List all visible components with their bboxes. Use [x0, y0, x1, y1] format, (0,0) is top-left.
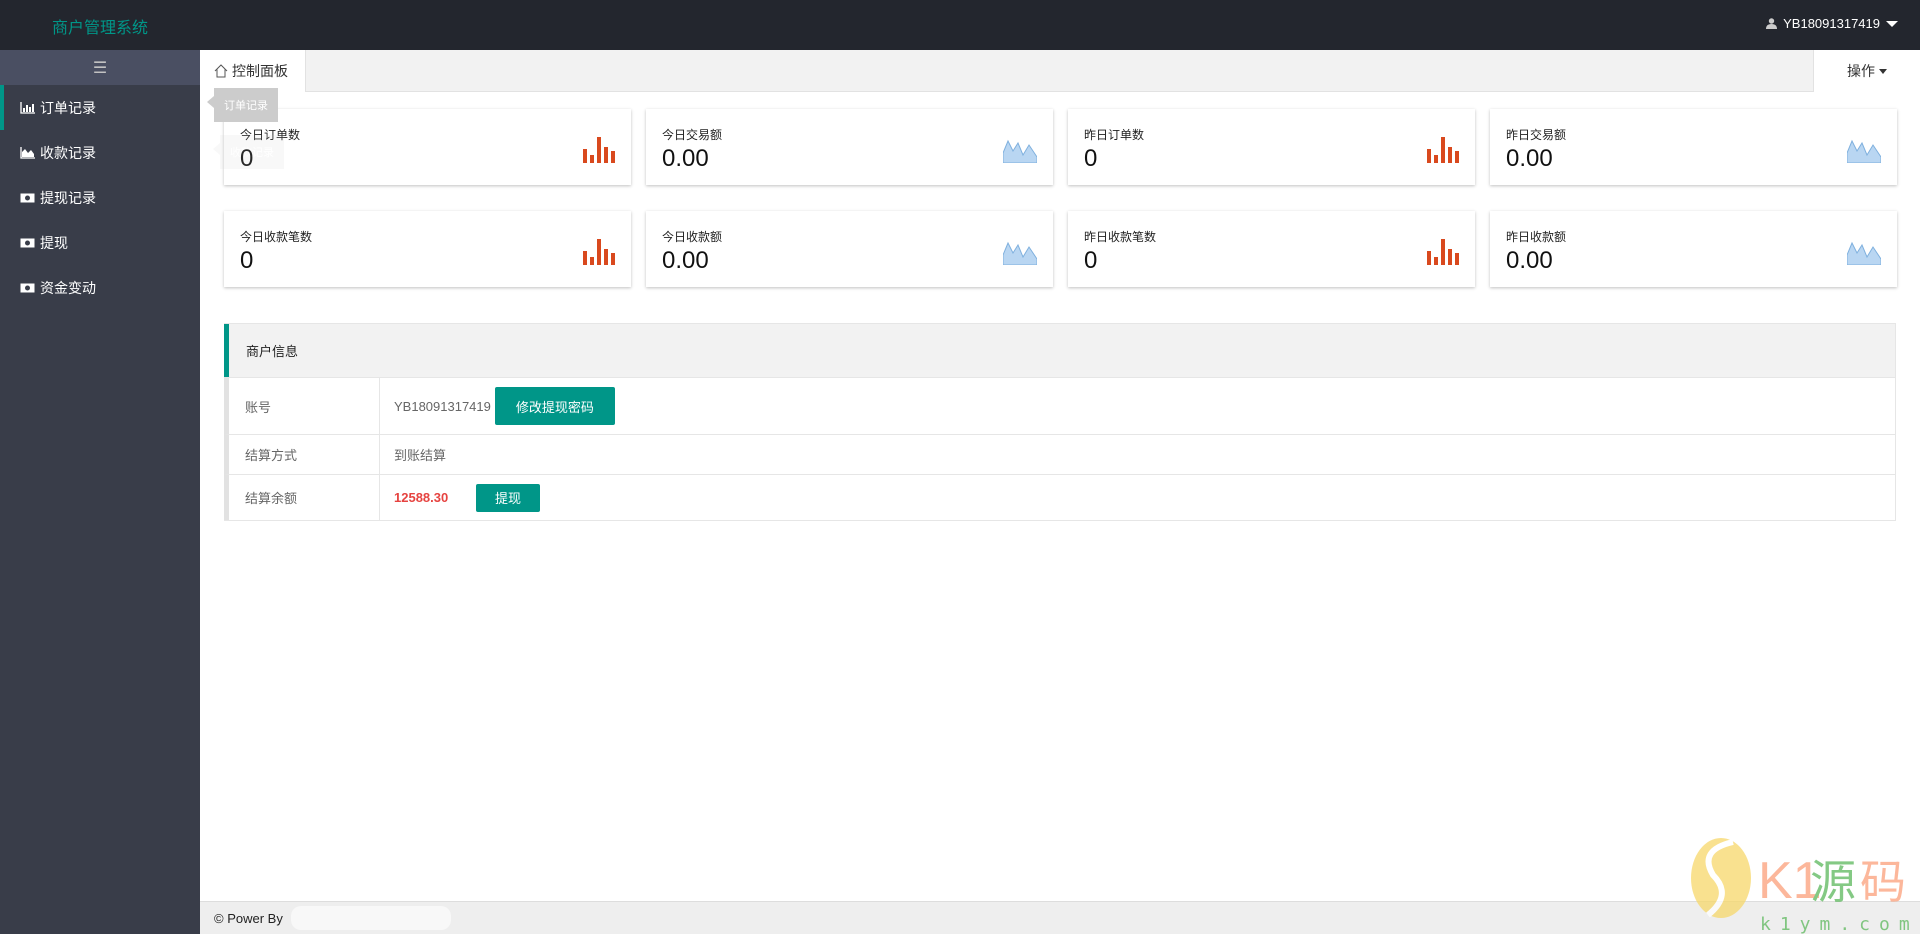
tab-bar: 控制面板 操作: [200, 50, 1920, 92]
user-menu[interactable]: YB18091317419: [1766, 16, 1898, 31]
card-value: 0.00: [662, 145, 709, 172]
sidebar-item-payments[interactable]: 收款记录: [0, 130, 200, 175]
table-row: 结算余额 12588.30 提现: [224, 474, 1895, 520]
svg-text:码: 码: [1860, 855, 1906, 909]
bar-chart-icon: [1427, 239, 1459, 265]
bar-chart-icon: [583, 137, 615, 163]
stat-card: 昨日收款笔数 0: [1068, 211, 1475, 287]
balance-value: 12588.30: [394, 490, 449, 505]
footer-text: © Power By: [214, 910, 283, 926]
account-label: 账号: [229, 378, 380, 434]
card-title: 今日交易额: [662, 128, 723, 142]
sidebar-item-orders[interactable]: 订单记录: [0, 85, 200, 130]
menu-icon: ☰: [92, 59, 108, 77]
sidebar-item-fund-changes[interactable]: 资金变动: [0, 265, 200, 310]
balance-label: 结算余额: [229, 475, 380, 520]
card-title: 昨日收款笔数: [1084, 230, 1157, 244]
card-value: 0.00: [1506, 145, 1553, 172]
username: YB18091317419: [1783, 16, 1880, 31]
money-icon: [20, 238, 35, 247]
stat-card: 今日收款笔数 0: [224, 211, 631, 287]
method-value: 到账结算: [394, 448, 447, 463]
footer: © Power By: [200, 901, 1920, 934]
svg-text:k1ym.com: k1ym.com: [1760, 914, 1919, 934]
sidebar: ☰ 订单记录 收款记录 提现记录 提现 资金变动: [0, 50, 200, 934]
card-value: 0: [1084, 247, 1098, 274]
sidebar-item-withdraw-records[interactable]: 提现记录: [0, 175, 200, 220]
panel-title: 商户信息: [224, 324, 1895, 377]
card-title: 今日收款笔数: [240, 230, 313, 244]
sidebar-item-label: 提现记录: [40, 189, 96, 206]
watermark-logo: K1 源 码 k1ym.com: [1691, 838, 1919, 934]
card-title: 昨日收款额: [1506, 230, 1567, 244]
ops-label: 操作: [1847, 63, 1875, 79]
area-chart-icon: [1847, 241, 1881, 265]
tab-dashboard[interactable]: 控制面板: [200, 50, 306, 92]
sidebar-tooltip-fading: 收款记录: [213, 135, 284, 169]
method-label: 结算方式: [229, 435, 380, 474]
card-value: 0: [1084, 145, 1098, 172]
bar-chart-icon: [583, 239, 615, 265]
sidebar-item-withdraw[interactable]: 提现: [0, 220, 200, 265]
sidebar-item-label: 提现: [40, 234, 68, 251]
card-value: 0: [240, 247, 254, 274]
table-row: 结算方式 到账结算: [224, 434, 1895, 474]
stat-card: 今日收款额 0.00: [646, 211, 1053, 287]
change-password-button[interactable]: 修改提现密码: [494, 387, 615, 425]
caret-down-icon: [1879, 68, 1887, 74]
footer-redacted: [290, 906, 451, 930]
card-title: 昨日订单数: [1084, 128, 1145, 142]
tab-label: 控制面板: [232, 63, 288, 79]
main-content: 控制面板 操作 今日订单数 0 今日交易额 0.00 昨日订单数 0 昨日交易额 0.00 今日…: [200, 50, 1920, 901]
stat-card: 昨日交易额 0.00: [1490, 109, 1897, 185]
caret-down-icon: [1886, 20, 1898, 27]
money-icon: [20, 283, 35, 292]
bar-chart-icon: [1427, 137, 1459, 163]
top-header: 商户管理系统 YB18091317419: [0, 0, 1920, 50]
app-title: 商户管理系统: [52, 20, 149, 37]
stat-card: 昨日订单数 0: [1068, 109, 1475, 185]
svg-text:源: 源: [1810, 855, 1856, 909]
money-icon: [20, 193, 35, 202]
account-value: YB18091317419: [394, 398, 491, 414]
user-icon: [1766, 18, 1778, 29]
area-chart-icon: [1003, 241, 1037, 265]
area-chart-icon: [1847, 139, 1881, 163]
card-title: 今日收款额: [662, 230, 723, 244]
card-title: 昨日交易额: [1506, 128, 1567, 142]
withdraw-button[interactable]: 提现: [476, 483, 540, 512]
stat-card: 今日订单数 0: [224, 109, 631, 185]
bar-chart-icon: [20, 101, 35, 114]
sidebar-tooltip: 订单记录: [207, 88, 278, 122]
area-chart-icon: [20, 146, 35, 159]
area-chart-icon: [1003, 139, 1037, 163]
sidebar-item-label: 资金变动: [40, 279, 96, 296]
merchant-info-panel: 商户信息 账号 YB18091317419 修改提现密码 结算方式 到账结算 结…: [224, 323, 1896, 521]
sidebar-item-label: 收款记录: [40, 144, 96, 161]
card-value: 0.00: [662, 247, 709, 274]
stat-card: 今日交易额 0.00: [646, 109, 1053, 185]
home-icon: [214, 64, 228, 78]
table-row: 账号 YB18091317419 修改提现密码: [224, 377, 1895, 434]
operations-dropdown[interactable]: 操作: [1813, 50, 1920, 92]
sidebar-item-label: 订单记录: [40, 99, 96, 116]
stat-card: 昨日收款额 0.00: [1490, 211, 1897, 287]
sidebar-toggle[interactable]: ☰: [0, 50, 200, 85]
card-value: 0.00: [1506, 247, 1553, 274]
